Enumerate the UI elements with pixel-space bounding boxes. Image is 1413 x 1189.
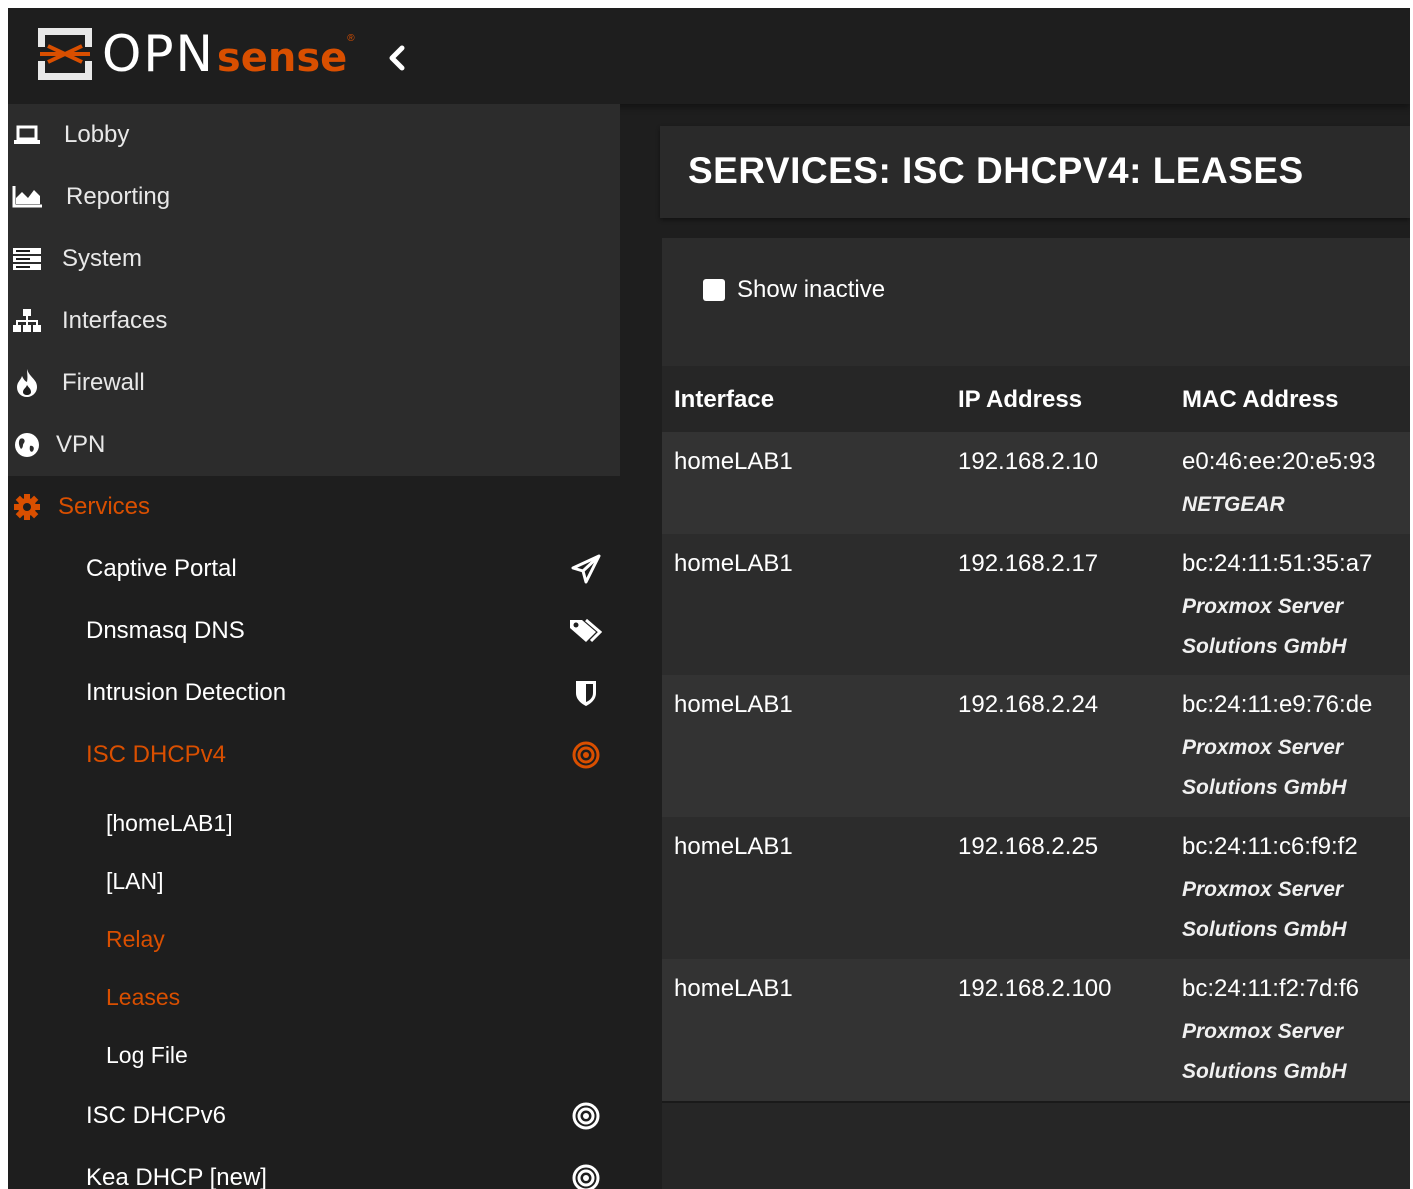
sidebar-subitem-label: Captive Portal bbox=[86, 555, 237, 582]
bullseye-icon bbox=[570, 1162, 602, 1189]
cell-ip-address: 192.168.2.17 bbox=[958, 550, 1099, 577]
cell-mac-vendor: Solutions GmbH bbox=[1182, 1060, 1347, 1083]
sidebar-nav: Lobby Reporting System Interfaces Firewa… bbox=[8, 104, 620, 1189]
sidebar-subsubitem-label: Leases bbox=[106, 983, 181, 1010]
page-title: SERVICES: ISC DHCPV4: LEASES bbox=[688, 150, 1304, 191]
page-header-panel: SERVICES: ISC DHCPV4: LEASES bbox=[660, 126, 1410, 218]
sidebar-item-lobby[interactable]: Lobby bbox=[8, 104, 620, 166]
cell-interface: homeLAB1 bbox=[674, 833, 793, 860]
opnsense-logo-mark-icon bbox=[36, 26, 94, 82]
sidebar-subsubitem-label: [homeLAB1] bbox=[106, 809, 233, 836]
show-inactive-label: Show inactive bbox=[737, 276, 886, 303]
cell-mac-vendor: NETGEAR bbox=[1182, 493, 1285, 516]
cell-interface: homeLAB1 bbox=[674, 975, 793, 1002]
cell-mac-vendor: Proxmox Server bbox=[1182, 878, 1344, 901]
sidebar-subitem-label: Intrusion Detection bbox=[86, 679, 287, 706]
laptop-icon bbox=[12, 120, 42, 150]
sidebar-subitem-label: ISC DHCPv6 bbox=[86, 1102, 227, 1129]
sidebar-item-interfaces[interactable]: Interfaces bbox=[8, 290, 620, 352]
column-header-mac-address[interactable]: MAC Address bbox=[1182, 386, 1338, 414]
globe-icon bbox=[12, 430, 42, 460]
gear-icon bbox=[12, 492, 42, 522]
cell-mac-vendor: Solutions GmbH bbox=[1182, 635, 1347, 658]
paper-plane-icon bbox=[570, 553, 602, 585]
checkbox-box[interactable] bbox=[703, 279, 725, 301]
column-header-interface[interactable]: Interface bbox=[674, 386, 774, 414]
cell-interface: homeLAB1 bbox=[674, 691, 793, 718]
sidebar-subitem-captive-portal[interactable]: Captive Portal bbox=[86, 538, 620, 600]
table-row[interactable]: homeLAB1 192.168.2.25 bc:24:11:c6:f9:f2 … bbox=[662, 817, 1410, 959]
opnsense-logo[interactable]: OPN sense ® bbox=[36, 24, 355, 84]
filter-area: Show inactive bbox=[662, 238, 1410, 366]
sidebar-item-label: Services bbox=[58, 493, 151, 520]
bullseye-icon bbox=[570, 1100, 602, 1132]
cell-ip-address: 192.168.2.24 bbox=[958, 691, 1099, 718]
show-inactive-checkbox[interactable]: Show inactive bbox=[703, 276, 885, 304]
table-header: Interface IP Address MAC Address bbox=[662, 368, 1410, 432]
cell-mac-address: bc:24:11:e9:76:de bbox=[1182, 691, 1373, 718]
area-chart-icon bbox=[12, 182, 42, 212]
column-header-ip-address[interactable]: IP Address bbox=[958, 386, 1082, 414]
sidebar-subitem-kea-dhcp[interactable]: Kea DHCP [new] bbox=[86, 1147, 620, 1189]
cell-ip-address: 192.168.2.100 bbox=[958, 975, 1112, 1002]
sidebar-item-label: VPN bbox=[56, 431, 106, 458]
sidebar-item-reporting[interactable]: Reporting bbox=[8, 166, 620, 228]
sidebar-item-firewall[interactable]: Firewall bbox=[8, 352, 620, 414]
sidebar-subitem-label: Dnsmasq DNS bbox=[86, 617, 245, 644]
cell-mac-vendor: Proxmox Server bbox=[1182, 595, 1344, 618]
sidebar-item-vpn[interactable]: VPN bbox=[8, 414, 620, 476]
table-row[interactable]: homeLAB1 192.168.2.24 bc:24:11:e9:76:de … bbox=[662, 675, 1410, 817]
sidebar-subsubitem-label: Log File bbox=[106, 1041, 188, 1068]
sidebar-subsubitem-leases[interactable]: Leases bbox=[106, 968, 620, 1026]
sidebar-subitem-intrusion-detection[interactable]: Intrusion Detection bbox=[86, 662, 620, 724]
shield-icon bbox=[570, 677, 602, 709]
sidebar-item-label: Firewall bbox=[62, 369, 145, 396]
logo-text-sense: sense bbox=[216, 35, 348, 81]
sidebar-subitem-isc-dhcpv4[interactable]: ISC DHCPv4 bbox=[86, 724, 620, 786]
fire-icon bbox=[12, 368, 42, 398]
cell-mac-address: e0:46:ee:20:e5:93 bbox=[1182, 448, 1376, 475]
sidebar-subsubitem-log-file[interactable]: Log File bbox=[106, 1026, 620, 1084]
cell-mac-address: bc:24:11:f2:7d:f6 bbox=[1182, 975, 1360, 1002]
sidebar-item-services[interactable]: Services bbox=[8, 476, 620, 538]
sidebar-subsubitem-homelab1[interactable]: [homeLAB1] bbox=[106, 794, 620, 852]
cell-ip-address: 192.168.2.10 bbox=[958, 448, 1099, 475]
logo-text-opn: OPN bbox=[102, 25, 215, 83]
table-row[interactable]: homeLAB1 192.168.2.100 bc:24:11:f2:7d:f6… bbox=[662, 959, 1410, 1101]
sidebar-item-label: Reporting bbox=[66, 183, 171, 210]
bullseye-icon bbox=[570, 739, 602, 771]
collapse-sidebar-chevron-left-icon[interactable] bbox=[384, 44, 410, 72]
cell-ip-address: 192.168.2.25 bbox=[958, 833, 1099, 860]
cell-mac-address: bc:24:11:c6:f9:f2 bbox=[1182, 833, 1358, 860]
app-window: OPN sense ® Lobby Reporting System Inter… bbox=[8, 8, 1410, 1189]
sitemap-icon bbox=[12, 306, 42, 336]
table-row[interactable]: homeLAB1 192.168.2.10 e0:46:ee:20:e5:93 … bbox=[662, 432, 1410, 534]
sidebar-subsubitem-relay[interactable]: Relay bbox=[106, 910, 620, 968]
table-bottom-divider bbox=[662, 1101, 1410, 1103]
cell-mac-vendor: Solutions GmbH bbox=[1182, 918, 1347, 941]
cell-mac-vendor: Proxmox Server bbox=[1182, 1020, 1344, 1043]
server-icon bbox=[12, 244, 42, 274]
sidebar-item-label: Lobby bbox=[64, 121, 130, 148]
sidebar-subsubitem-label: [LAN] bbox=[106, 867, 164, 894]
top-navbar: OPN sense ® bbox=[8, 8, 1410, 104]
table-row[interactable]: homeLAB1 192.168.2.17 bc:24:11:51:35:a7 … bbox=[662, 534, 1410, 675]
cell-interface: homeLAB1 bbox=[674, 448, 793, 475]
sidebar-subsubitem-lan[interactable]: [LAN] bbox=[106, 852, 620, 910]
sidebar-subitem-isc-dhcpv6[interactable]: ISC DHCPv6 bbox=[86, 1085, 620, 1147]
content-panel: Show inactive Interface IP Address MAC A… bbox=[662, 238, 1410, 1189]
sidebar-subitem-label: ISC DHCPv4 bbox=[86, 741, 227, 768]
tags-icon bbox=[570, 615, 602, 647]
cell-mac-vendor: Solutions GmbH bbox=[1182, 776, 1347, 799]
sidebar-subitem-dnsmasq-dns[interactable]: Dnsmasq DNS bbox=[86, 600, 620, 662]
cell-interface: homeLAB1 bbox=[674, 550, 793, 577]
cell-mac-address: bc:24:11:51:35:a7 bbox=[1182, 550, 1373, 577]
cell-mac-vendor: Proxmox Server bbox=[1182, 736, 1344, 759]
logo-registered-mark: ® bbox=[347, 33, 355, 44]
sidebar-subsubitem-label: Relay bbox=[106, 925, 165, 952]
sidebar-item-system[interactable]: System bbox=[8, 228, 620, 290]
sidebar-subitem-label: Kea DHCP [new] bbox=[86, 1164, 267, 1189]
sidebar-item-label: Interfaces bbox=[62, 307, 168, 334]
sidebar-item-label: System bbox=[62, 245, 143, 272]
